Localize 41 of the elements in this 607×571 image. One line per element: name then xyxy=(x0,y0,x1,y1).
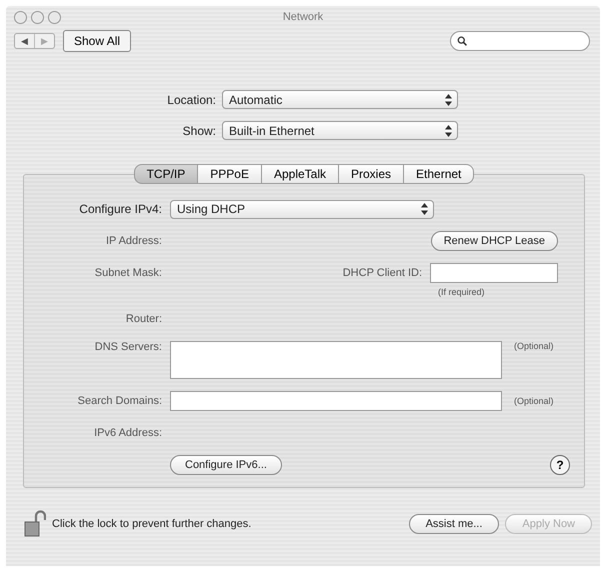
field-label: Search Domains: xyxy=(76,395,162,407)
client-id-field[interactable] xyxy=(430,263,558,283)
assist-button[interactable]: Assist me... xyxy=(408,514,500,534)
tab[interactable]: Proxies xyxy=(339,164,404,184)
help-button[interactable]: ? xyxy=(550,455,570,475)
tab[interactable]: AppleTalk xyxy=(262,164,339,184)
search-icon xyxy=(457,35,468,47)
updown-icon xyxy=(445,124,452,136)
zoom-button[interactable] xyxy=(48,10,61,24)
tab[interactable]: TCP/IP xyxy=(134,164,198,184)
tab[interactable]: Ethernet xyxy=(404,164,474,184)
updown-icon xyxy=(421,203,428,215)
field-label: Router: xyxy=(124,313,162,325)
show-popup[interactable]: Built-in Ethernet xyxy=(222,121,458,140)
padlock-icon xyxy=(24,510,46,538)
optional-note: (Optional) xyxy=(514,341,554,351)
location-popup[interactable]: Automatic xyxy=(222,90,458,109)
close-button[interactable] xyxy=(14,10,27,24)
optional-note: (Optional) xyxy=(514,396,554,406)
hint-text: (If required) xyxy=(438,287,485,297)
field-label: DNS Servers: xyxy=(94,341,162,353)
field-label: Configure IPv4: xyxy=(78,202,162,216)
lock-message: Click the lock to prevent further changes. xyxy=(52,518,252,530)
tab[interactable]: PPPoE xyxy=(198,164,262,184)
show-all-button[interactable]: Show All xyxy=(63,30,132,52)
renew-button[interactable]: Renew DHCP Lease xyxy=(430,231,558,251)
field-label: IPv6 Address: xyxy=(93,427,162,439)
search-domains-field[interactable] xyxy=(170,391,502,411)
window-title: Network xyxy=(282,11,324,23)
configure-ipv6-button[interactable]: Configure IPv6... xyxy=(170,455,282,475)
configure-ipv4-popup[interactable]: Using DHCP xyxy=(170,200,434,218)
field-label: Subnet Mask: xyxy=(94,267,162,279)
back-button[interactable]: ◀ xyxy=(15,34,34,48)
minimize-button[interactable] xyxy=(31,10,44,24)
search-field[interactable] xyxy=(450,31,590,51)
location-label: Location: xyxy=(166,92,216,106)
field-label: DHCP Client ID: xyxy=(342,267,422,279)
field-label: IP Address: xyxy=(104,235,162,247)
dns-servers-field[interactable] xyxy=(170,341,502,379)
updown-icon xyxy=(445,94,452,106)
show-label: Show: xyxy=(182,124,216,138)
